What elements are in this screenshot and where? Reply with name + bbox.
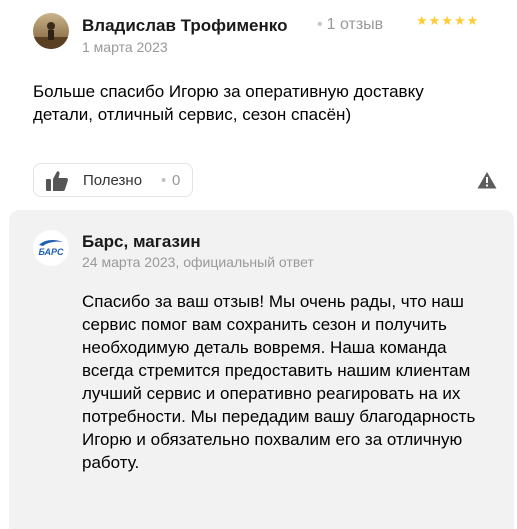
avatar[interactable] [33, 13, 69, 49]
answer-meta: 24 марта 2023, официальный ответ [82, 254, 314, 270]
review-date: 1 марта 2023 [82, 39, 168, 55]
helpful-button[interactable]: Полезно • 0 [33, 163, 193, 197]
review-text: Больше спасибо Игорю за оперативную дост… [33, 82, 424, 124]
thumbs-up-icon [46, 171, 68, 191]
business-logo: БАРС [33, 230, 69, 266]
review-author-review-count: • 1 отзыв [317, 16, 384, 33]
svg-text:БАРС: БАРС [38, 247, 64, 257]
review-author-name[interactable]: Владислав Трофименко [82, 16, 287, 36]
answer-text: Спасибо за ваш отзыв! Мы очень рады, что… [82, 292, 476, 472]
warning-triangle-icon[interactable] [477, 171, 497, 189]
rating-stars: ★★★★★ [416, 13, 480, 28]
business-answer: БАРС Барс, магазин 24 марта 2023, официа… [9, 210, 514, 529]
helpful-count: 0 [172, 172, 181, 189]
business-name[interactable]: Барс, магазин [82, 232, 201, 252]
helpful-separator: • [161, 172, 167, 189]
helpful-label: Полезно [83, 172, 143, 189]
